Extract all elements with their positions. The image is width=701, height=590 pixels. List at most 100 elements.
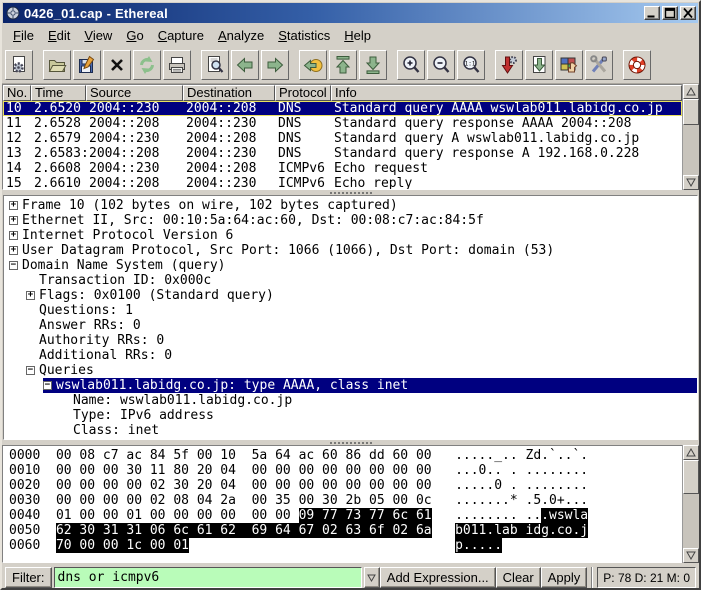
hex-row[interactable]: 003000 00 00 00 02 08 04 2a 00 35 00 30 … [9, 493, 682, 508]
toolbar-forward-button[interactable] [261, 50, 289, 80]
toolbar-save-button[interactable] [73, 50, 101, 80]
menu-item-help[interactable]: Help [337, 26, 378, 45]
detail-line[interactable]: Additional RRs: 0 [4, 348, 697, 363]
filter-dropdown-button[interactable] [364, 567, 380, 588]
hex-row[interactable]: 001000 00 00 30 11 80 20 04 00 00 00 00 … [9, 463, 682, 478]
packet-row-13[interactable]: 132.6583:2004::2082004::230DNSStandard q… [3, 146, 682, 161]
hex-row[interactable]: 004001 00 00 01 00 00 00 00 00 00 09 77 … [9, 508, 682, 523]
toolbar-zoom-in-button[interactable] [397, 50, 425, 80]
collapse-icon[interactable]: − [9, 261, 18, 270]
toolbar-preferences-button[interactable] [585, 50, 613, 80]
menu-item-edit[interactable]: Edit [41, 26, 77, 45]
hex-row[interactable]: 002000 00 00 00 02 30 20 04 00 00 00 00 … [9, 478, 682, 493]
detail-line[interactable]: +User Datagram Protocol, Src Port: 1066 … [4, 243, 697, 258]
collapse-icon[interactable]: − [43, 381, 52, 390]
toolbar-zoom-100-button[interactable]: 1:1 [457, 50, 485, 80]
menu-item-go[interactable]: Go [119, 26, 150, 45]
detail-line[interactable]: +Ethernet II, Src: 00:10:5a:64:ac:60, Ds… [4, 213, 697, 228]
detail-text: Questions: 1 [39, 303, 133, 318]
menu-item-statistics[interactable]: Statistics [271, 26, 337, 45]
detail-line[interactable]: −Queries [4, 363, 697, 378]
packet-row-11[interactable]: 112.65282004::2082004::230DNSStandard qu… [3, 116, 682, 131]
column-header-no[interactable]: No. [3, 85, 31, 101]
detail-line[interactable]: Answer RRs: 0 [4, 318, 697, 333]
scrollbar-thumb[interactable] [683, 460, 699, 494]
maximize-button[interactable] [662, 6, 678, 20]
hex-bytes: 00 00 00 30 11 80 20 04 00 00 00 00 00 0… [56, 463, 432, 478]
clear-button[interactable]: Clear [496, 567, 541, 588]
collapse-icon[interactable]: − [26, 366, 35, 375]
packet-info: Standard query response AAAA 2004::208 [331, 116, 682, 131]
detail-line[interactable]: Authority RRs: 0 [4, 333, 697, 348]
expand-icon[interactable]: + [9, 231, 18, 240]
toolbar-display-filter-button[interactable] [525, 50, 553, 80]
column-header-time[interactable]: Time [31, 85, 86, 101]
menu-item-capture[interactable]: Capture [151, 26, 211, 45]
toolbar-back-button[interactable] [231, 50, 259, 80]
packet-time: 2.6583: [31, 146, 86, 161]
toolbar-find-button[interactable] [201, 50, 229, 80]
hex-scrollbar[interactable] [682, 445, 699, 563]
detail-content: Questions: 1 [39, 303, 697, 318]
toolbar-reload-button[interactable] [133, 50, 161, 80]
toolbar-go-top-button[interactable] [329, 50, 357, 80]
column-header-destination[interactable]: Destination [183, 85, 275, 101]
add-expression-button[interactable]: Add Expression... [380, 567, 496, 588]
toolbar-capture-filter-button[interactable] [495, 50, 523, 80]
detail-line[interactable]: −wswlab011.labidg.co.jp: type AAAA, clas… [4, 378, 697, 393]
toolbar-go-bottom-button[interactable] [359, 50, 387, 80]
detail-line[interactable]: Transaction ID: 0x000c [4, 273, 697, 288]
toolbar-coloring-rules-button[interactable] [555, 50, 583, 80]
packet-row-14[interactable]: 142.66082004::2302004::208ICMPv6Echo req… [3, 161, 682, 176]
title-bar[interactable]: 0426_01.cap - Ethereal [3, 3, 698, 23]
detail-line[interactable]: −Domain Name System (query) [4, 258, 697, 273]
detail-content: −wswlab011.labidg.co.jp: type AAAA, clas… [43, 378, 697, 393]
detail-line[interactable]: +Internet Protocol Version 6 [4, 228, 697, 243]
packet-list-scrollbar[interactable] [682, 84, 699, 190]
packet-row-10[interactable]: 102.65202004::2302004::208DNSStandard qu… [3, 101, 682, 116]
filter-button[interactable]: Filter: [5, 567, 52, 588]
hex-row[interactable]: 006070 00 00 1c 00 01p..... [9, 538, 682, 553]
hex-row[interactable]: 005062 30 31 31 06 6c 61 62 69 64 67 02 … [9, 523, 682, 538]
packet-source: 2004::230 [86, 101, 183, 116]
minimize-button[interactable] [644, 6, 660, 20]
toolbar-zoom-out-button[interactable] [427, 50, 455, 80]
packet-row-15[interactable]: 152.66102004::2082004::230ICMPv6Echo rep… [3, 176, 682, 190]
menu-item-file[interactable]: File [6, 26, 41, 45]
scroll-up-button[interactable] [683, 84, 699, 99]
toolbar-print-button[interactable] [163, 50, 191, 80]
filter-input[interactable] [54, 567, 362, 588]
detail-line[interactable]: Class: inet [4, 423, 697, 438]
apply-button[interactable]: Apply [541, 567, 588, 588]
hex-row[interactable]: 000000 08 c7 ac 84 5f 00 10 5a 64 ac 60 … [9, 448, 682, 463]
packet-destination: 2004::208 [183, 101, 275, 116]
packet-destination: 2004::230 [183, 146, 275, 161]
menu-item-analyze[interactable]: Analyze [211, 26, 271, 45]
toolbar-close-button[interactable] [103, 50, 131, 80]
detail-content: −Queries [26, 363, 697, 378]
close-window-button[interactable] [680, 6, 696, 20]
detail-line[interactable]: +Flags: 0x0100 (Standard query) [4, 288, 697, 303]
column-header-source[interactable]: Source [86, 85, 183, 101]
column-header-protocol[interactable]: Protocol [275, 85, 331, 101]
scrollbar-thumb[interactable] [683, 99, 699, 125]
detail-line[interactable]: Questions: 1 [4, 303, 697, 318]
detail-line[interactable]: Type: IPv6 address [4, 408, 697, 423]
scroll-up-button[interactable] [683, 445, 699, 460]
toolbar-open-button[interactable] [43, 50, 71, 80]
detail-line[interactable]: Name: wswlab011.labidg.co.jp [4, 393, 697, 408]
expand-icon[interactable]: + [9, 216, 18, 225]
expand-icon[interactable]: + [9, 246, 18, 255]
goto-packet-icon [303, 55, 323, 75]
toolbar-help-button[interactable] [623, 50, 651, 80]
packet-row-12[interactable]: 122.65792004::2302004::208DNSStandard qu… [3, 131, 682, 146]
toolbar-goto-packet-button[interactable] [299, 50, 327, 80]
scroll-down-button[interactable] [683, 548, 699, 563]
scroll-down-button[interactable] [683, 175, 699, 190]
column-header-info[interactable]: Info [331, 85, 682, 101]
menu-item-view[interactable]: View [77, 26, 119, 45]
toolbar-capture-options-button[interactable] [5, 50, 33, 80]
expand-icon[interactable]: + [9, 201, 18, 210]
expand-icon[interactable]: + [26, 291, 35, 300]
detail-line[interactable]: +Frame 10 (102 bytes on wire, 102 bytes … [4, 198, 697, 213]
